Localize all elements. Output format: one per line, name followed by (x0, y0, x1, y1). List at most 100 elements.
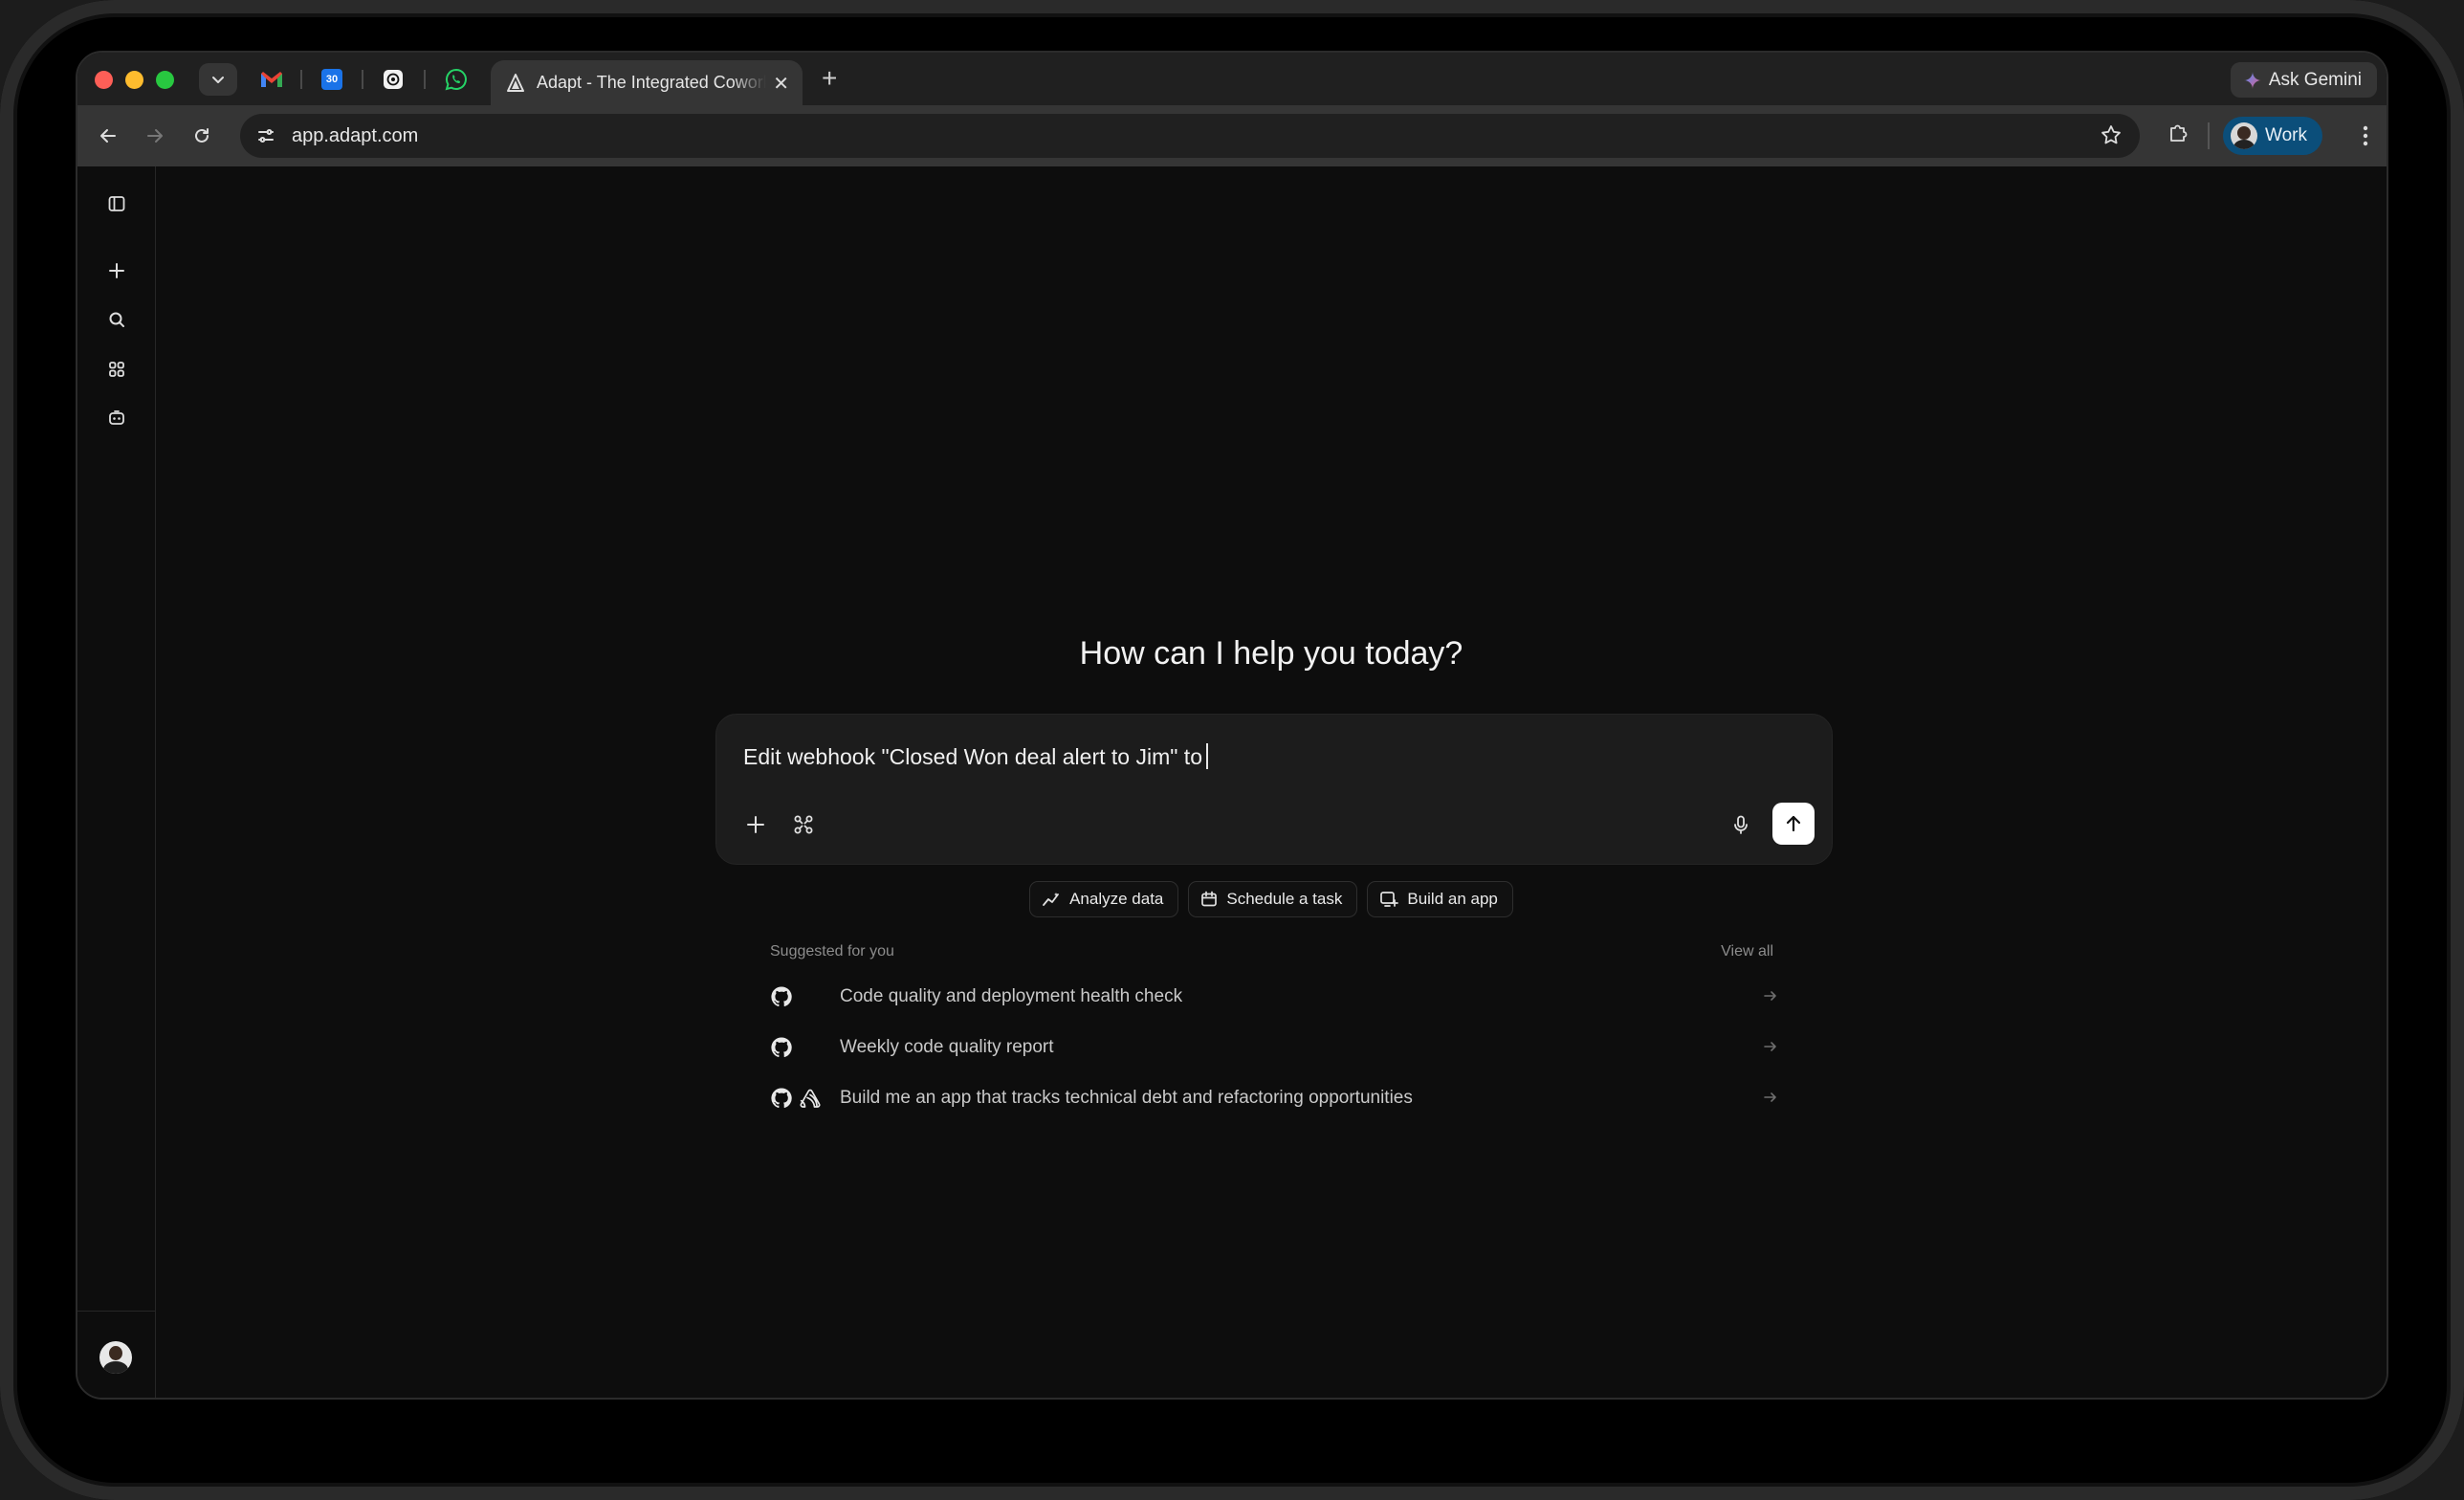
back-button[interactable] (93, 121, 123, 151)
chip-label: Analyze data (1069, 890, 1164, 908)
tab-search-button[interactable] (199, 63, 237, 96)
browser-window: 30 Adapt - The Integrated Coworker ✕ + A… (76, 51, 2388, 1400)
search-button[interactable] (101, 304, 132, 335)
close-tab-icon[interactable]: ✕ (773, 72, 789, 96)
tab-adapt[interactable]: Adapt - The Integrated Coworker ✕ (491, 60, 803, 105)
arrow-up-icon (1786, 815, 1801, 832)
prompt-text: Edit webhook "Closed Won deal alert to J… (743, 744, 1202, 769)
chip-build-app[interactable]: Build an app (1367, 881, 1513, 917)
browser-menu-button[interactable] (2362, 121, 2369, 156)
ask-gemini-button[interactable]: Ask Gemini (2230, 62, 2377, 98)
url-text[interactable]: app.adapt.com (292, 125, 418, 147)
pinned-tab-openai[interactable] (374, 64, 412, 95)
app-content: How can I help you today? Edit webhook "… (77, 166, 2387, 1398)
ask-gemini-label: Ask Gemini (2268, 69, 2362, 90)
site-info-button[interactable] (253, 123, 278, 148)
minimize-window-button[interactable] (125, 71, 143, 89)
suggestion-item[interactable]: Code quality and deployment health check (770, 978, 1780, 1016)
sidebar-divider (77, 1311, 156, 1312)
suggestion-icons (770, 1036, 840, 1059)
suggestion-item[interactable]: Weekly code quality report (770, 1028, 1780, 1067)
address-bar[interactable]: app.adapt.com (240, 114, 2140, 158)
toolbar-separator (2208, 122, 2210, 149)
reload-button[interactable] (187, 121, 217, 151)
calendar-day: 30 (325, 74, 339, 85)
bookmark-button[interactable] (2100, 123, 2123, 151)
prompt-composer[interactable]: Edit webhook "Closed Won deal alert to J… (715, 714, 1833, 865)
suggestion-icons (770, 1087, 840, 1110)
prompt-input[interactable]: Edit webhook "Closed Won deal alert to J… (743, 743, 1208, 770)
agents-button[interactable] (101, 403, 132, 433)
arrow-right-icon (1764, 1042, 1776, 1051)
pinned-tab-calendar[interactable]: 30 (313, 64, 351, 95)
send-button[interactable] (1772, 803, 1815, 845)
profile-label: Work (2265, 125, 2307, 145)
integrations-button[interactable] (787, 808, 820, 841)
puzzle-icon (2170, 124, 2188, 142)
arrow-right-icon (147, 129, 163, 143)
adapt-logo-icon (507, 73, 524, 92)
github-icon (771, 986, 792, 1007)
agents-icon (109, 410, 124, 425)
new-tab-button[interactable]: + (822, 64, 837, 93)
suggestion-label: Weekly code quality report (840, 1037, 1054, 1057)
arrow-right-icon (1764, 1092, 1776, 1102)
tab-separator (362, 70, 363, 89)
chip-analyze-data[interactable]: Analyze data (1029, 881, 1179, 917)
suggestion-icons (770, 985, 840, 1008)
chip-label: Schedule a task (1226, 890, 1343, 908)
new-chat-icon (109, 263, 124, 278)
whatsapp-icon (445, 68, 467, 91)
chip-label: Build an app (1407, 890, 1498, 908)
openai-icon (384, 70, 403, 89)
new-chat-button[interactable] (101, 255, 132, 286)
extensions-button[interactable] (2167, 121, 2191, 150)
integrations-icon (794, 815, 813, 834)
quick-action-chips: Analyze data Schedule a task Build an ap… (77, 881, 2387, 917)
view-all-link[interactable]: View all (1721, 943, 1773, 960)
toggle-sidebar-button[interactable] (101, 188, 132, 219)
microphone-icon (1734, 815, 1748, 834)
github-icon (771, 1088, 792, 1109)
gmail-icon (261, 72, 282, 87)
tab-title: Adapt - The Integrated Coworker (537, 73, 766, 92)
analytics-icon (1043, 893, 1059, 906)
tab-separator (424, 70, 426, 89)
arrow-right-icon (1764, 991, 1776, 1001)
app-add-icon (1380, 892, 1399, 907)
more-vertical-icon (2363, 125, 2368, 146)
profile-button[interactable]: Work (2223, 117, 2322, 155)
github-icon (771, 1037, 792, 1058)
apps-button[interactable] (101, 354, 132, 385)
suggestion-item[interactable]: Build me an app that tracks technical de… (770, 1079, 1780, 1117)
forward-button[interactable] (140, 121, 170, 151)
user-avatar[interactable] (99, 1341, 132, 1374)
profile-avatar (2231, 122, 2257, 149)
calendar-icon (1201, 891, 1218, 907)
star-icon (2101, 125, 2121, 144)
maximize-window-button[interactable] (156, 71, 174, 89)
apps-icon (109, 362, 124, 377)
suggestions-header: Suggested for you View all (770, 943, 1773, 960)
reload-icon (195, 128, 209, 143)
search-icon (109, 312, 124, 327)
pinned-tab-whatsapp[interactable] (437, 64, 475, 95)
window-controls (95, 71, 174, 89)
sidebar (77, 166, 156, 1398)
sentry-icon (800, 1089, 821, 1108)
calendar-icon: 30 (321, 69, 342, 90)
pinned-tab-gmail[interactable] (253, 64, 291, 95)
arrow-left-icon (100, 129, 116, 143)
voice-input-button[interactable] (1725, 808, 1757, 841)
chevron-down-icon (212, 77, 224, 83)
text-caret (1205, 743, 1208, 769)
gemini-sparkle-icon (2243, 71, 2261, 89)
browser-toolbar: app.adapt.com Work (77, 105, 2387, 166)
chip-schedule-task[interactable]: Schedule a task (1188, 881, 1358, 917)
close-window-button[interactable] (95, 71, 113, 89)
plus-icon (747, 816, 764, 833)
page-headline: How can I help you today? (1079, 635, 1463, 672)
suggestions-title: Suggested for you (770, 943, 894, 960)
attach-button[interactable] (739, 808, 772, 841)
tune-icon (258, 129, 274, 143)
